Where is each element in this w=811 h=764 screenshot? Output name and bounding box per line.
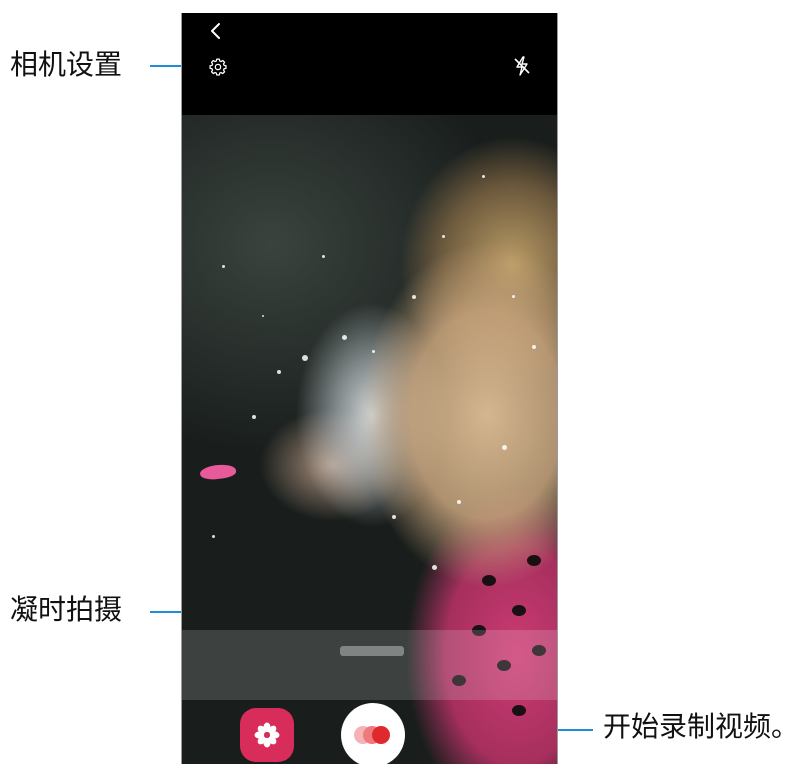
swimsuit-dot	[482, 575, 496, 586]
phone-screen	[181, 13, 558, 764]
start-recording-callout: 开始录制视频。	[603, 710, 800, 743]
chevron-left-icon	[211, 23, 220, 39]
water-droplet	[457, 500, 461, 504]
swimsuit-dot	[512, 705, 526, 716]
water-droplet	[322, 255, 325, 258]
water-droplet	[392, 515, 396, 519]
flower-icon	[254, 722, 280, 748]
water-droplet	[302, 355, 308, 361]
water-droplet	[432, 565, 437, 570]
back-button[interactable]	[204, 19, 228, 43]
record-dots-icon	[354, 726, 390, 744]
camera-top-bar	[182, 13, 557, 115]
flash-button[interactable]	[511, 55, 533, 77]
annotated-screenshot: 相机设置 凝时拍摄 开始录制视频。	[0, 0, 811, 764]
water-droplet	[412, 295, 416, 299]
water-droplet	[342, 335, 347, 340]
hyperlapse-mode-label[interactable]	[340, 646, 404, 656]
swimsuit-dot	[527, 555, 541, 566]
hyperlapse-callout: 凝时拍摄	[10, 593, 123, 626]
water-droplet	[252, 415, 256, 419]
water-droplet	[532, 345, 536, 349]
water-droplet	[262, 315, 264, 317]
water-droplet	[222, 265, 225, 268]
water-droplet	[512, 295, 515, 298]
pink-balloon-piece	[199, 462, 237, 482]
water-droplet	[277, 370, 281, 374]
water-droplet	[212, 535, 215, 538]
water-droplet	[482, 175, 485, 178]
gallery-button[interactable]	[240, 708, 294, 762]
water-droplet	[442, 235, 445, 238]
camera-viewfinder[interactable]	[182, 115, 557, 764]
flash-off-icon	[514, 56, 530, 76]
water-droplet	[372, 350, 375, 353]
mode-selector-strip[interactable]	[182, 630, 557, 700]
water-droplet	[502, 445, 507, 450]
camera-settings-button[interactable]	[207, 56, 229, 78]
record-button[interactable]	[341, 703, 405, 764]
gear-icon	[209, 58, 227, 76]
camera-settings-callout: 相机设置	[10, 48, 123, 81]
swimsuit-dot	[512, 605, 526, 616]
